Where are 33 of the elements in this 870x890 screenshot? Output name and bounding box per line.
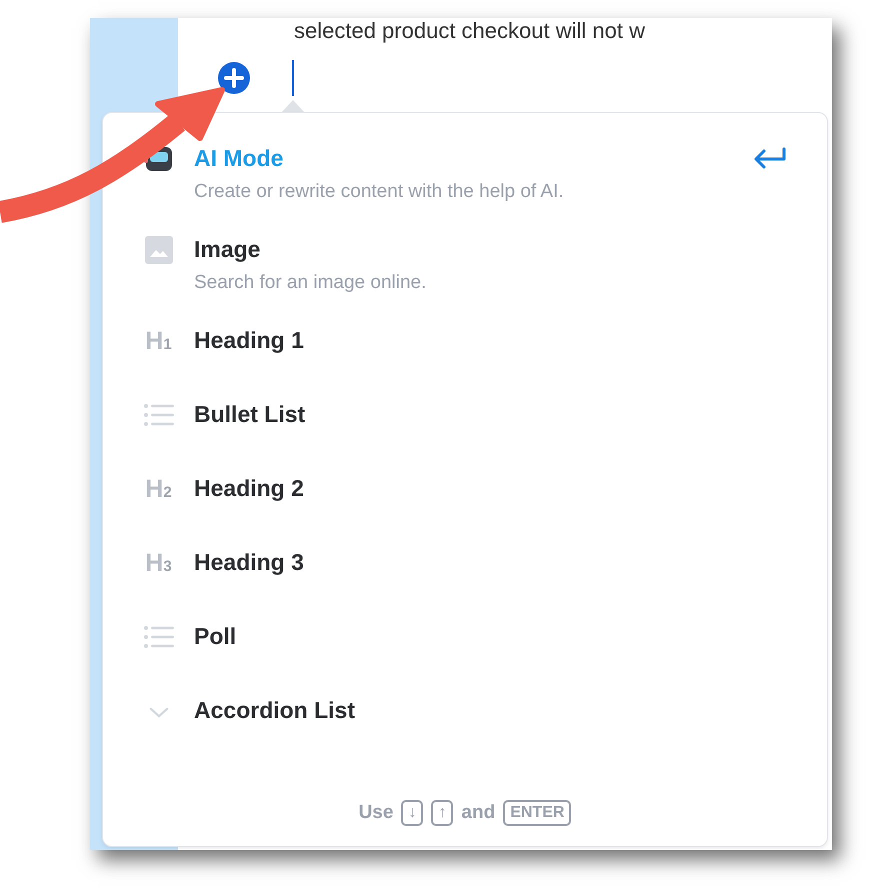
add-block-button[interactable] xyxy=(218,62,250,94)
menu-item[interactable]: Bullet List xyxy=(194,399,787,429)
chevron-down-icon xyxy=(148,707,168,718)
list-icon xyxy=(144,404,174,426)
text-cursor xyxy=(292,60,294,96)
hint-text: and xyxy=(461,802,496,824)
item-title: Accordion List xyxy=(194,696,356,725)
menu-item[interactable]: Accordion List xyxy=(194,695,787,725)
item-title: Image xyxy=(194,235,260,264)
keyboard-key: ↓ xyxy=(401,800,424,826)
item-title: Heading 2 xyxy=(194,474,304,503)
paragraph-text: selected product checkout will not w xyxy=(294,18,646,44)
keyboard-key: ↑ xyxy=(431,800,454,826)
item-title: Poll xyxy=(194,622,236,651)
enter-icon xyxy=(753,147,787,169)
item-title: AI Mode xyxy=(194,144,284,173)
item-title: Bullet List xyxy=(194,400,306,429)
image-icon xyxy=(144,236,172,264)
list-icon xyxy=(144,626,174,648)
menu-item[interactable]: Heading 3 xyxy=(194,547,787,577)
menu-item[interactable]: Heading 2 xyxy=(194,473,787,503)
item-description: Search for an image online. xyxy=(194,271,426,295)
menu-item[interactable]: Image Search for an image online. xyxy=(194,234,787,296)
item-description: Create or rewrite content with the help of AI. xyxy=(194,180,564,204)
heading-level-mark: H2 xyxy=(145,475,172,505)
item-title: Heading 3 xyxy=(194,548,304,577)
menu-item[interactable]: Heading 1 xyxy=(194,325,787,355)
heading-level-mark: H1 xyxy=(145,327,172,357)
hint-text: Use xyxy=(358,802,394,824)
menu-item[interactable]: Poll xyxy=(194,621,787,651)
keyboard-key: ENTER xyxy=(503,800,572,826)
heading-level-mark: H3 xyxy=(145,549,172,579)
item-title: Heading 1 xyxy=(194,326,304,355)
